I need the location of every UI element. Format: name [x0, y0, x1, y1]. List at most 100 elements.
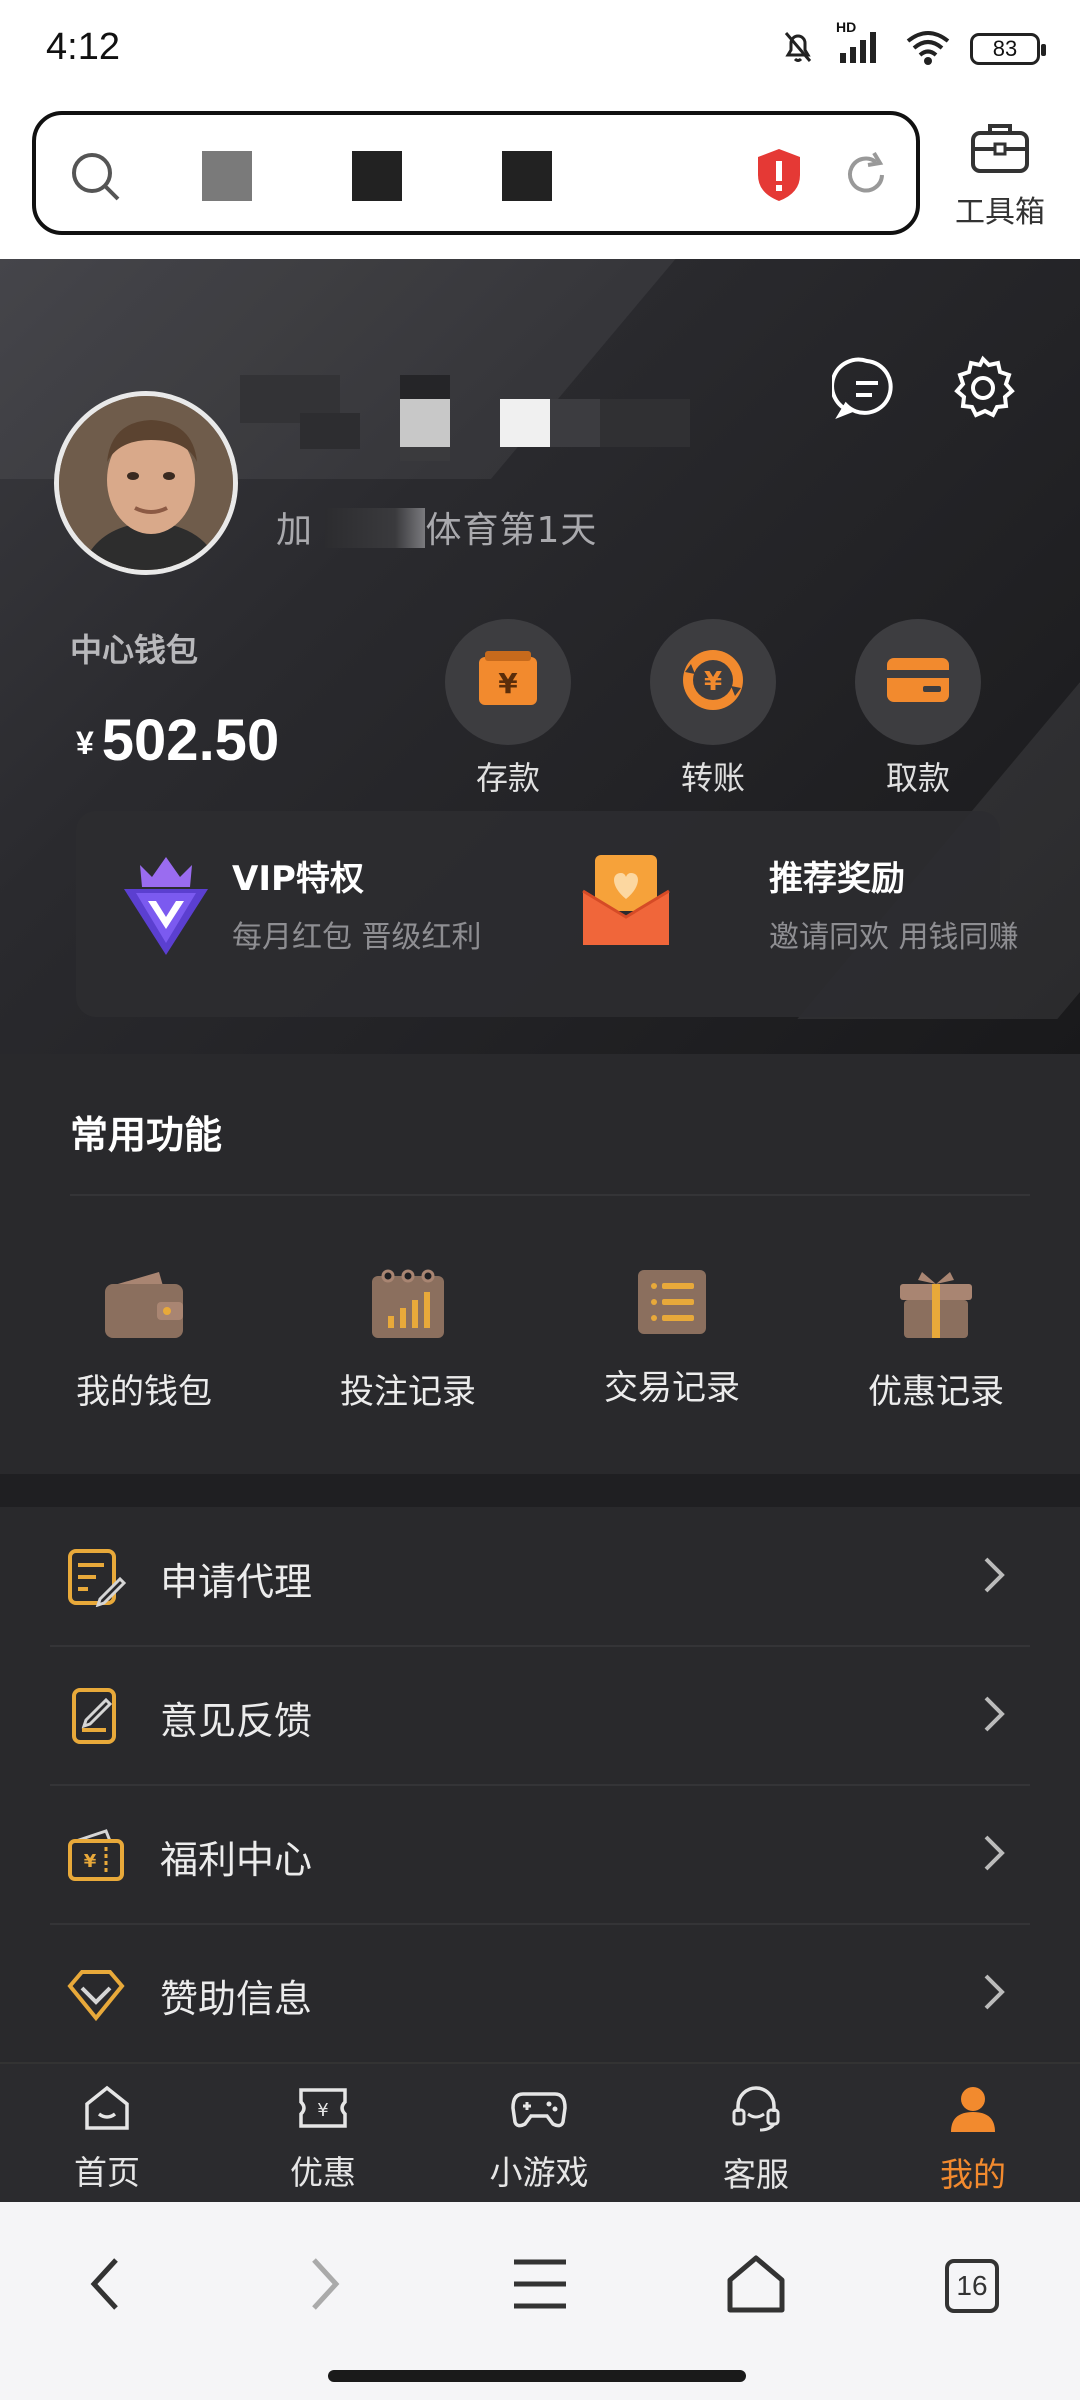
refresh-icon[interactable]: [836, 145, 896, 209]
wallet-balance: ¥502.50: [76, 707, 279, 774]
tab-label: 小游戏: [489, 2153, 589, 2192]
blurred-url-text: [352, 151, 402, 201]
sponsor-icon: [66, 1964, 126, 2028]
blurred-url-text: [202, 151, 252, 201]
tab-support[interactable]: 客服: [681, 2084, 831, 2196]
referral-title: 推荐奖励: [769, 859, 905, 899]
envelope-heart-icon: [581, 855, 671, 955]
common-functions: 常用功能 我的钱包 投注记录 交易记录 优惠记录: [0, 1054, 1080, 1474]
menu-item-welfare[interactable]: ¥ 福利中心: [0, 1785, 1080, 1923]
wallet-label: 中心钱包: [70, 631, 199, 669]
features-title: 常用功能: [70, 1113, 223, 1157]
blurred-url-text: [502, 151, 552, 201]
status-time: 4:12: [46, 26, 120, 68]
tab-mine[interactable]: 我的: [898, 2084, 1048, 2196]
agent-apply-icon: [66, 1547, 127, 1611]
browser-nav-bar: 16: [0, 2202, 1080, 2400]
gift-icon: [894, 1272, 978, 1346]
withdraw-button[interactable]: 取款: [853, 619, 983, 799]
chevron-right-icon: [304, 2254, 344, 2318]
bet-record-label: 投注记录: [340, 1372, 476, 1412]
join-info: 加 体育第1天: [276, 501, 597, 553]
transaction-record-button[interactable]: 交易记录: [572, 1266, 772, 1409]
tab-label: 首页: [74, 2153, 140, 2192]
settings-gear-icon[interactable]: [948, 353, 1018, 423]
menu-label: 意见反馈: [160, 1699, 313, 1743]
home-indicator[interactable]: [328, 2370, 746, 2382]
chevron-right-icon: [980, 1555, 1008, 1599]
mute-bell-icon: [778, 27, 818, 71]
join-prefix: 加: [276, 510, 314, 551]
bottom-tab-bar: 首页 ¥ 优惠 小游戏 客服 我的: [0, 2062, 1080, 2202]
wifi-icon: [904, 27, 952, 71]
tab-minigame[interactable]: 小游戏: [464, 2084, 614, 2194]
toolbox-button[interactable]: 工具箱: [940, 117, 1060, 231]
menu-item-agent-apply[interactable]: 申请代理: [0, 1507, 1080, 1645]
promo-record-button[interactable]: 优惠记录: [836, 1266, 1036, 1413]
menu-item-sponsor[interactable]: 赞助信息: [0, 1924, 1080, 2062]
tab-label: 我的: [940, 2155, 1006, 2194]
home-icon: [724, 2252, 788, 2320]
profile-hero: 加 体育第1天 中心钱包 ¥502.50 ¥ 存款 ¥ 转账 取款 VIP特权 …: [0, 259, 1080, 1054]
avatar[interactable]: [54, 391, 238, 575]
chevron-right-icon: [980, 1694, 1008, 1738]
menu-button[interactable]: [500, 2246, 580, 2326]
status-icons: HD 83: [778, 19, 1046, 74]
transaction-record-label: 交易记录: [604, 1368, 740, 1408]
hamburger-menu-icon: [512, 2256, 568, 2316]
bet-record-button[interactable]: 投注记录: [308, 1266, 508, 1413]
transfer-button[interactable]: ¥ 转账: [648, 619, 778, 799]
join-suffix: 体育第1天: [425, 510, 598, 551]
headset-tab-icon: [730, 2086, 782, 2138]
tabs-button[interactable]: 16: [932, 2246, 1012, 2326]
blurred-username: [240, 375, 690, 461]
transaction-record-icon: [634, 1270, 710, 1342]
menu-label: 申请代理: [160, 1560, 313, 1604]
url-bar[interactable]: [32, 111, 920, 235]
menu-item-feedback[interactable]: 意见反馈: [0, 1646, 1080, 1784]
vip-crown-icon: [118, 847, 214, 967]
my-wallet-label: 我的钱包: [76, 1372, 212, 1412]
browser-bar: 工具箱: [0, 95, 1080, 259]
security-shield-icon[interactable]: [752, 145, 806, 209]
svg-text:¥: ¥: [704, 667, 722, 697]
tab-label: 客服: [723, 2155, 789, 2194]
tab-label: 优惠: [290, 2153, 356, 2192]
chevron-left-icon: [86, 2254, 126, 2318]
chevron-right-icon: [980, 1833, 1008, 1877]
vip-title: VIP特权: [232, 859, 364, 899]
battery-indicator: 83: [970, 33, 1046, 65]
gamepad-tab-icon: [511, 2092, 567, 2136]
home-button[interactable]: [716, 2246, 796, 2326]
my-wallet-button[interactable]: 我的钱包: [44, 1266, 244, 1413]
chevron-right-icon: [980, 1972, 1008, 2016]
back-button[interactable]: [66, 2246, 146, 2326]
deposit-label: 存款: [475, 759, 540, 797]
menu-list: 申请代理 意见反馈 ¥ 福利中心 赞助信息: [0, 1507, 1080, 2062]
menu-label: 福利中心: [160, 1838, 313, 1882]
withdraw-icon: [883, 652, 953, 712]
user-tab-icon: [947, 2087, 999, 2138]
deposit-button[interactable]: ¥ 存款: [443, 619, 573, 799]
transfer-icon: ¥: [679, 646, 747, 718]
withdraw-label: 取款: [885, 759, 950, 797]
hd-label: HD: [836, 19, 857, 35]
welfare-icon: ¥: [66, 1825, 126, 1889]
wallet-icon: [101, 1272, 187, 1346]
svg-text:¥: ¥: [498, 667, 518, 700]
referral-subtitle: 邀请同欢 用钱同赚: [769, 920, 1019, 955]
blurred-join-text: [325, 508, 426, 548]
tab-home[interactable]: 首页: [32, 2084, 182, 2194]
promo-record-label: 优惠记录: [868, 1372, 1004, 1412]
tab-count-badge: 16: [945, 2259, 999, 2313]
home-tab-icon: [81, 2085, 133, 2136]
svg-text:¥: ¥: [317, 2100, 328, 2121]
toolbox-icon: [965, 124, 1035, 181]
vip-subtitle: 每月红包 晋级红利: [232, 920, 482, 955]
forward-button[interactable]: [284, 2246, 364, 2326]
message-icon[interactable]: [830, 353, 902, 423]
search-icon: [66, 147, 126, 211]
promo-card: VIP特权 每月红包 晋级红利 推荐奖励 邀请同欢 用钱同赚: [76, 811, 1019, 1017]
transfer-label: 转账: [680, 759, 745, 797]
tab-promo[interactable]: ¥ 优惠: [248, 2084, 398, 2194]
